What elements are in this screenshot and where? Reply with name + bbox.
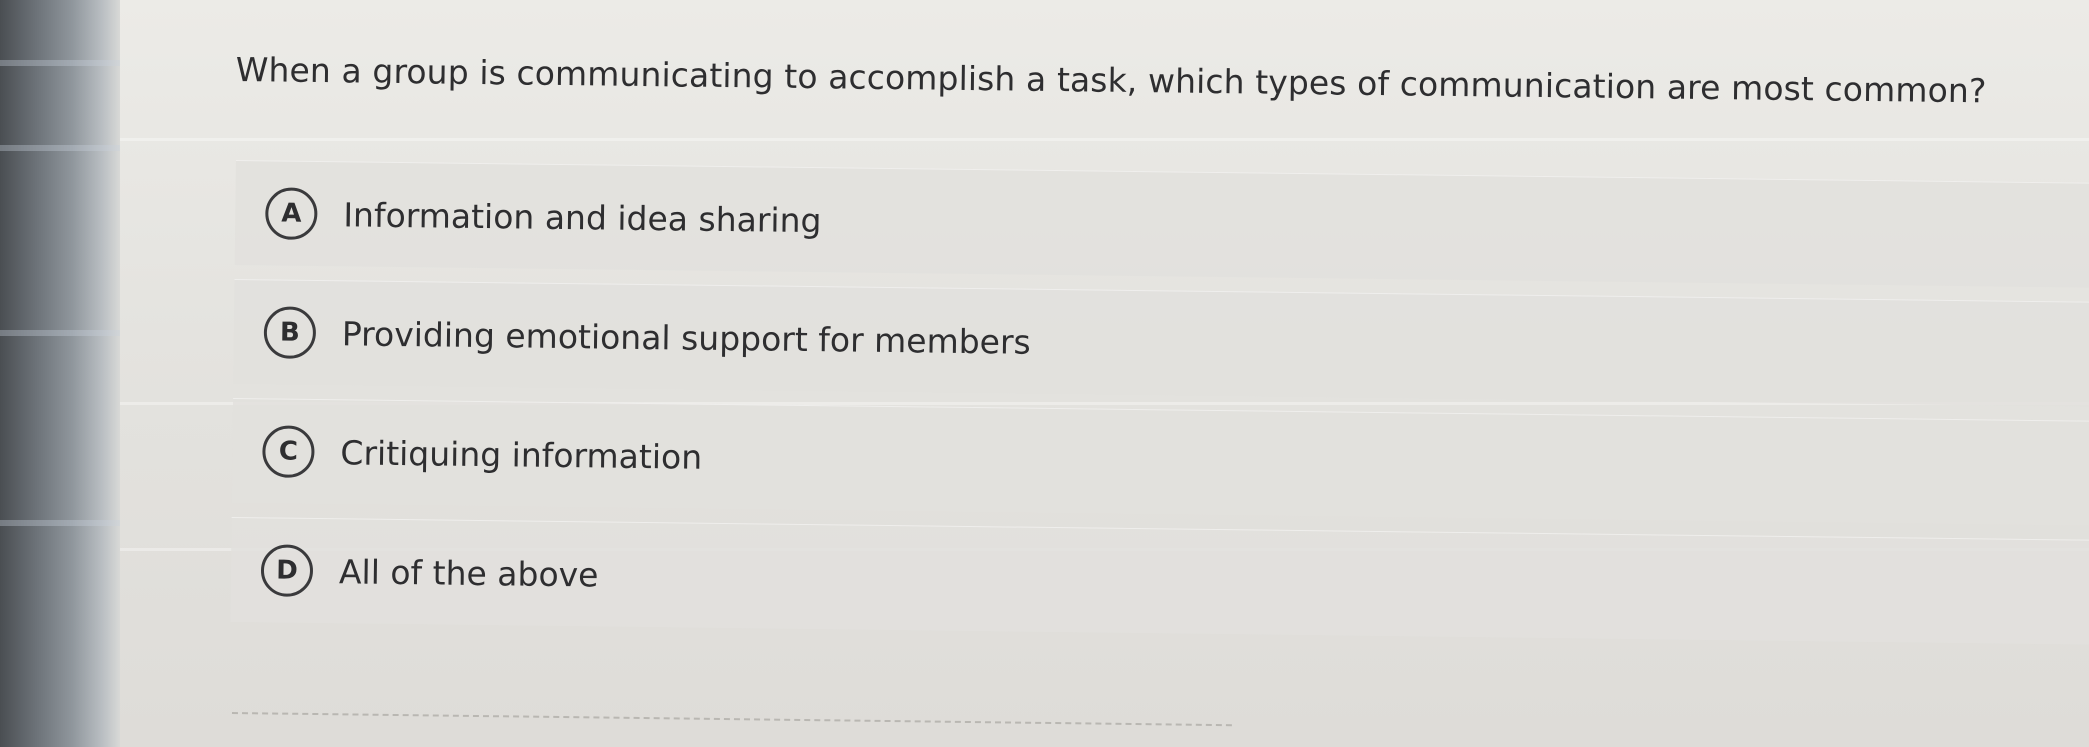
option-d-label: All of the above (338, 551, 599, 594)
monitor-bezel (0, 0, 120, 747)
screen-moire (120, 138, 2089, 141)
bezel-glare (0, 520, 120, 526)
option-b-letter-badge: B (263, 306, 317, 359)
option-d[interactable]: D All of the above (230, 516, 2089, 645)
option-b-label: Providing emotional support for members (341, 313, 1031, 362)
question-text: When a group is communicating to accompl… (235, 50, 1987, 111)
section-divider (231, 712, 1232, 727)
option-c-label: Critiquing information (340, 432, 703, 477)
screen: When a group is communicating to accompl… (0, 0, 2089, 747)
option-b[interactable]: B Providing emotional support for member… (233, 278, 2089, 407)
option-a[interactable]: A Information and idea sharing (234, 160, 2089, 288)
option-d-letter-badge: D (260, 544, 314, 597)
option-a-label: Information and idea sharing (343, 194, 822, 240)
option-c-letter-badge: C (262, 425, 315, 478)
bezel-glare (0, 60, 120, 66)
bezel-glare (0, 330, 120, 336)
answer-options: A Information and idea sharing B Providi… (230, 160, 2089, 659)
option-c[interactable]: C Critiquing information (231, 397, 2089, 526)
option-a-letter-badge: A (265, 187, 318, 240)
bezel-glare (0, 145, 120, 151)
